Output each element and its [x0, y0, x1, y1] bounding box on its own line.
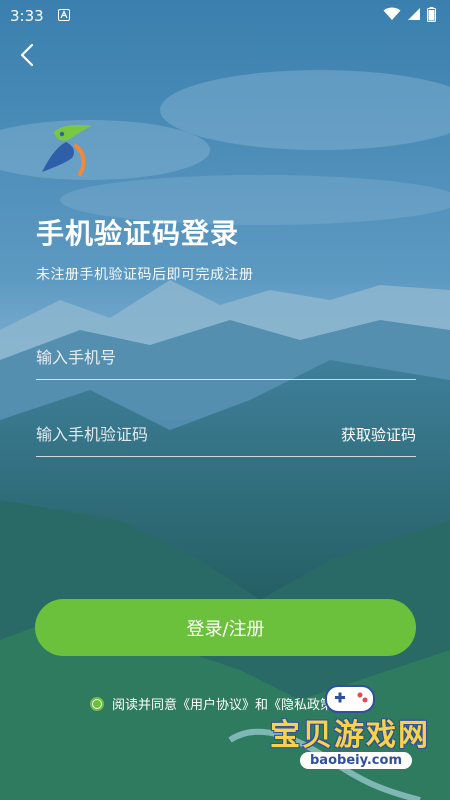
battery-icon — [427, 6, 436, 26]
agreement-prefix: 阅读并同意 — [112, 698, 178, 713]
agreement-conjunction: 和 — [255, 698, 269, 713]
watermark-url: baobeiy.com — [300, 752, 412, 769]
checked-dot-icon — [93, 699, 101, 708]
status-time: 3:33 — [10, 7, 44, 25]
notification-a-icon — [57, 7, 70, 25]
agreement-checkbox[interactable] — [90, 696, 104, 711]
get-code-button[interactable]: 获取验证码 — [341, 424, 416, 445]
chevron-left-icon — [19, 43, 35, 71]
watermark-text: 宝贝游戏网 — [270, 718, 430, 753]
status-bar: 3:33 — [0, 0, 450, 32]
phone-input[interactable] — [36, 348, 296, 367]
bird-logo-icon — [36, 122, 96, 178]
login-register-button[interactable]: 登录/注册 — [35, 599, 416, 656]
page-title: 手机验证码登录 — [36, 217, 240, 250]
code-field-row: 获取验证码 — [36, 413, 416, 457]
wifi-icon — [383, 7, 401, 25]
verification-code-input[interactable] — [36, 425, 296, 444]
signal-icon — [407, 7, 421, 25]
watermark-logo: 宝贝游戏网 baobeiy.com — [270, 678, 440, 788]
page-subtitle: 未注册手机验证码后即可完成注册 — [36, 267, 254, 283]
phone-field-row — [36, 336, 416, 380]
back-button[interactable] — [12, 40, 42, 74]
user-agreement-link[interactable]: 《用户协议》 — [177, 698, 255, 713]
